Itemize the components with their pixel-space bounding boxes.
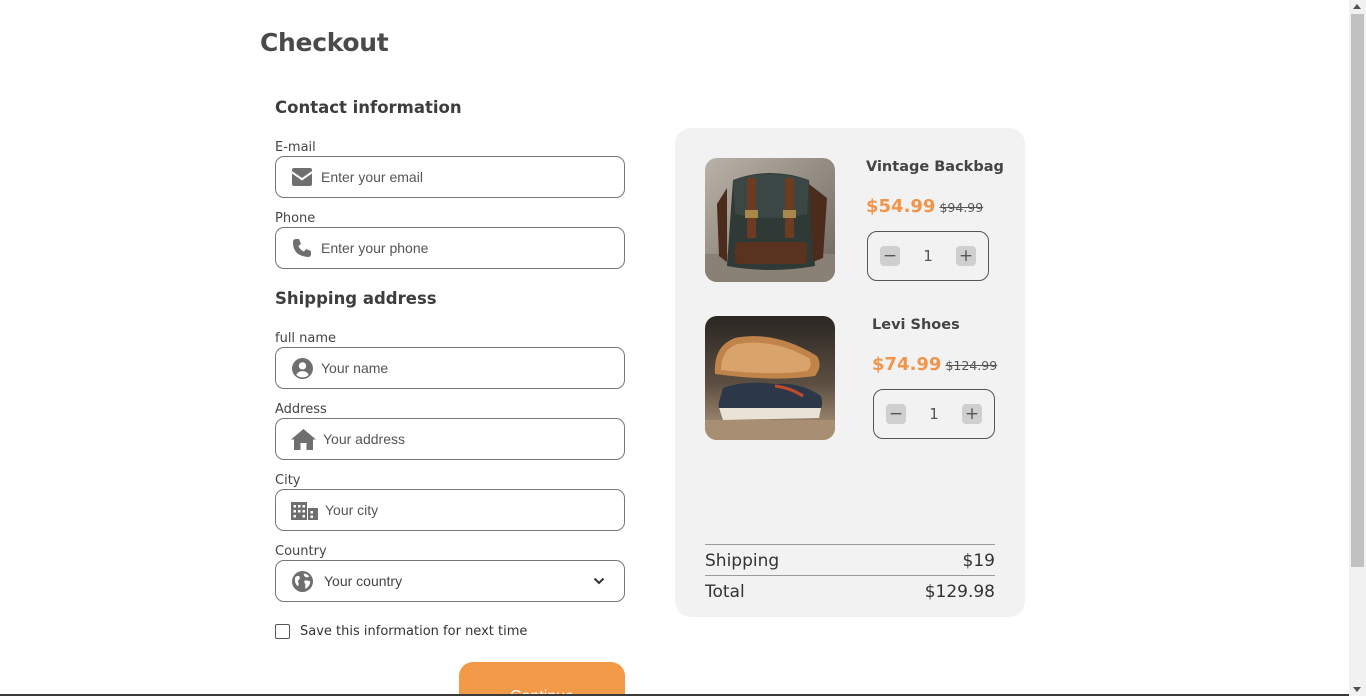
quantity-stepper: − 1 + xyxy=(873,389,995,439)
cart-item-price: $54.99 xyxy=(866,196,936,217)
email-field[interactable] xyxy=(275,156,625,198)
full-name-label: full name xyxy=(275,331,337,346)
page-title: Checkout xyxy=(260,28,389,57)
cart-item-name: Vintage Backbag xyxy=(866,159,1004,175)
home-icon xyxy=(290,427,316,451)
cart-item-price-row: $74.99 $124.99 xyxy=(872,354,997,375)
city-icon xyxy=(290,498,318,522)
total-value: $129.98 xyxy=(924,582,995,602)
shipping-value: $19 xyxy=(962,551,995,571)
increase-quantity-button[interactable]: + xyxy=(961,404,982,424)
envelope-icon xyxy=(290,165,314,189)
city-field[interactable] xyxy=(275,489,625,531)
quantity-value: 1 xyxy=(929,405,939,423)
email-input[interactable] xyxy=(321,169,571,185)
full-name-field[interactable] xyxy=(275,347,625,389)
phone-icon xyxy=(290,236,314,260)
phone-label: Phone xyxy=(275,211,316,226)
globe-icon xyxy=(290,569,314,593)
address-field[interactable] xyxy=(275,418,625,460)
total-label: Total xyxy=(705,582,745,602)
phone-field[interactable] xyxy=(275,227,625,269)
backpack-image xyxy=(705,158,835,282)
save-info-label: Save this information for next time xyxy=(300,624,528,639)
city-label: City xyxy=(275,473,301,488)
address-input[interactable] xyxy=(323,431,573,447)
summary-divider xyxy=(705,575,995,576)
decrease-quantity-button[interactable]: − xyxy=(886,404,906,424)
cart-item-price-row: $54.99 $94.99 xyxy=(866,196,983,217)
contact-heading: Contact information xyxy=(275,98,462,117)
decrease-quantity-button[interactable]: − xyxy=(880,246,900,266)
shipping-heading: Shipping address xyxy=(275,289,437,308)
shoes-image xyxy=(705,316,835,440)
chevron-down-icon xyxy=(592,574,606,588)
cart-item-old-price: $124.99 xyxy=(945,358,998,373)
address-label: Address xyxy=(275,402,327,417)
shipping-row: Shipping $19 xyxy=(705,551,995,571)
country-label: Country xyxy=(275,544,327,559)
full-name-input[interactable] xyxy=(321,360,571,376)
scroll-down-arrow-icon[interactable] xyxy=(1353,687,1361,692)
save-info-checkbox[interactable] xyxy=(275,624,290,639)
save-info-row: Save this information for next time xyxy=(275,624,527,639)
cart-item-old-price: $94.99 xyxy=(939,200,984,215)
shipping-label: Shipping xyxy=(705,551,780,571)
phone-input[interactable] xyxy=(321,240,571,256)
quantity-value: 1 xyxy=(923,247,933,265)
scroll-up-arrow-icon[interactable] xyxy=(1353,4,1361,9)
email-label: E-mail xyxy=(275,140,316,155)
continue-button[interactable]: Continue xyxy=(459,662,625,696)
total-row: Total $129.98 xyxy=(705,582,995,602)
summary-divider xyxy=(705,544,995,545)
cart-item-price: $74.99 xyxy=(872,354,942,375)
vertical-scrollbar[interactable] xyxy=(1349,0,1366,696)
order-summary-panel: Vintage Backbag $54.99 $94.99 − 1 + Levi… xyxy=(675,128,1025,617)
city-input[interactable] xyxy=(325,502,575,518)
user-circle-icon xyxy=(290,356,314,380)
quantity-stepper: − 1 + xyxy=(867,231,989,281)
increase-quantity-button[interactable]: + xyxy=(955,246,976,266)
country-selected-value: Your country xyxy=(324,573,403,589)
cart-item-name: Levi Shoes xyxy=(872,317,960,333)
country-select[interactable]: Your country xyxy=(275,560,625,602)
scrollbar-thumb[interactable] xyxy=(1351,14,1364,567)
